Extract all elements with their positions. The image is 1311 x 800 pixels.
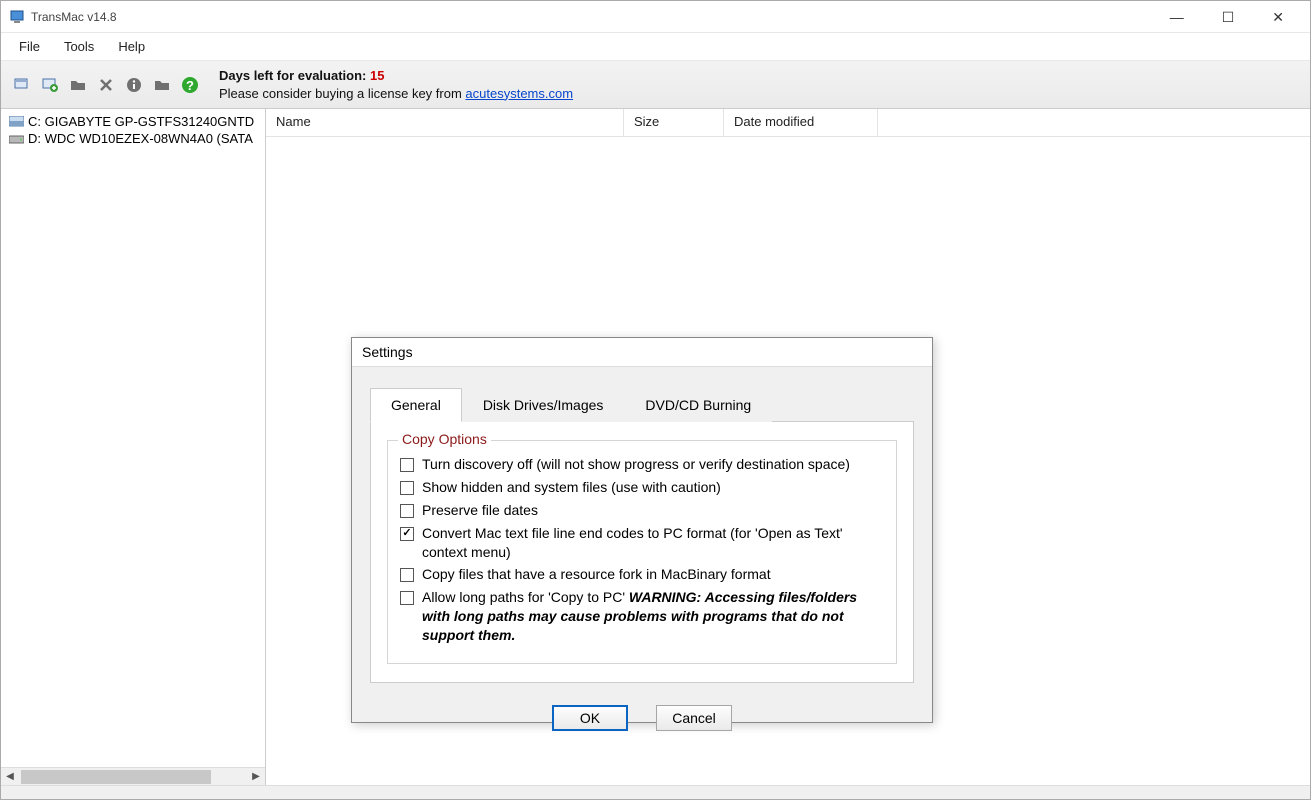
col-header-spacer	[878, 109, 1310, 136]
eval-days-count: 15	[370, 68, 384, 83]
settings-dialog: Settings General Disk Drives/Images DVD/…	[351, 337, 933, 723]
tab-general[interactable]: General	[370, 388, 462, 422]
checkbox-macbinary[interactable]	[400, 568, 414, 582]
x-icon[interactable]	[95, 74, 117, 96]
checkbox-convert[interactable]	[400, 527, 414, 541]
folder-icon[interactable]	[67, 74, 89, 96]
menu-help[interactable]: Help	[106, 36, 157, 57]
evaluation-notice: Days left for evaluation: 15 Please cons…	[219, 67, 573, 102]
drive-label: D: WDC WD10EZEX-08WN4A0 (SATA	[28, 131, 253, 146]
fieldset-copy-options: Copy Options Turn discovery off (will no…	[387, 440, 897, 664]
dialog-title: Settings	[352, 338, 932, 367]
menu-tools[interactable]: Tools	[52, 36, 106, 57]
sidebar: C: GIGABYTE GP-GSTFS31240GNTD D: WDC WD1…	[1, 109, 266, 785]
col-header-name[interactable]: Name	[266, 109, 624, 136]
column-headers: Name Size Date modified	[266, 109, 1310, 137]
drive-icon	[9, 116, 24, 128]
fieldset-legend: Copy Options	[398, 431, 491, 447]
scroll-thumb[interactable]	[21, 770, 211, 784]
menubar: File Tools Help	[1, 33, 1310, 61]
scroll-right-icon[interactable]: ▶	[247, 768, 265, 785]
sidebar-hscroll[interactable]: ◀ ▶	[1, 767, 265, 785]
app-icon	[9, 9, 25, 25]
tab-strip: General Disk Drives/Images DVD/CD Burnin…	[370, 387, 914, 422]
help-icon[interactable]: ?	[179, 74, 201, 96]
label-hidden[interactable]: Show hidden and system files (use with c…	[422, 478, 721, 497]
label-preserve[interactable]: Preserve file dates	[422, 501, 538, 520]
folders-icon[interactable]	[151, 74, 173, 96]
tab-body: Copy Options Turn discovery off (will no…	[370, 422, 914, 683]
label-discovery[interactable]: Turn discovery off (will not show progre…	[422, 455, 850, 474]
drive-label: C: GIGABYTE GP-GSTFS31240GNTD	[28, 114, 254, 129]
drive-item-d[interactable]: D: WDC WD10EZEX-08WN4A0 (SATA	[3, 130, 263, 147]
eval-days-label: Days left for evaluation:	[219, 68, 366, 83]
svg-text:?: ?	[186, 78, 194, 93]
cancel-button[interactable]: Cancel	[656, 705, 732, 731]
main-area: C: GIGABYTE GP-GSTFS31240GNTD D: WDC WD1…	[1, 109, 1310, 785]
col-header-date[interactable]: Date modified	[724, 109, 878, 136]
checkbox-hidden[interactable]	[400, 481, 414, 495]
eval-link[interactable]: acutesystems.com	[465, 86, 573, 101]
toolbar: ? Days left for evaluation: 15 Please co…	[1, 61, 1310, 109]
status-strip	[1, 785, 1310, 799]
tab-drives[interactable]: Disk Drives/Images	[462, 388, 625, 422]
window-controls: — ☐ ✕	[1160, 10, 1302, 24]
label-longpaths-text: Allow long paths for 'Copy to PC'	[422, 589, 629, 605]
window-title: TransMac v14.8	[31, 10, 117, 24]
label-convert[interactable]: Convert Mac text file line end codes to …	[422, 524, 884, 562]
eval-hint: Please consider buying a license key fro…	[219, 86, 465, 101]
tab-burning[interactable]: DVD/CD Burning	[624, 388, 772, 422]
titlebar: TransMac v14.8 — ☐ ✕	[1, 1, 1310, 33]
refresh-icon[interactable]	[11, 74, 33, 96]
label-macbinary[interactable]: Copy files that have a resource fork in …	[422, 565, 771, 584]
label-longpaths[interactable]: Allow long paths for 'Copy to PC' WARNIN…	[422, 588, 884, 645]
close-button[interactable]: ✕	[1262, 10, 1294, 24]
menu-file[interactable]: File	[7, 36, 52, 57]
minimize-button[interactable]: —	[1160, 10, 1194, 24]
checkbox-preserve[interactable]	[400, 504, 414, 518]
drive-icon	[9, 133, 24, 145]
drive-list: C: GIGABYTE GP-GSTFS31240GNTD D: WDC WD1…	[1, 109, 265, 767]
checkbox-longpaths[interactable]	[400, 591, 414, 605]
col-header-size[interactable]: Size	[624, 109, 724, 136]
checkbox-discovery[interactable]	[400, 458, 414, 472]
add-icon[interactable]	[39, 74, 61, 96]
drive-item-c[interactable]: C: GIGABYTE GP-GSTFS31240GNTD	[3, 113, 263, 130]
maximize-button[interactable]: ☐	[1212, 10, 1245, 24]
info-icon[interactable]	[123, 74, 145, 96]
ok-button[interactable]: OK	[552, 705, 628, 731]
dialog-buttons: OK Cancel	[370, 705, 914, 731]
scroll-left-icon[interactable]: ◀	[1, 768, 19, 785]
